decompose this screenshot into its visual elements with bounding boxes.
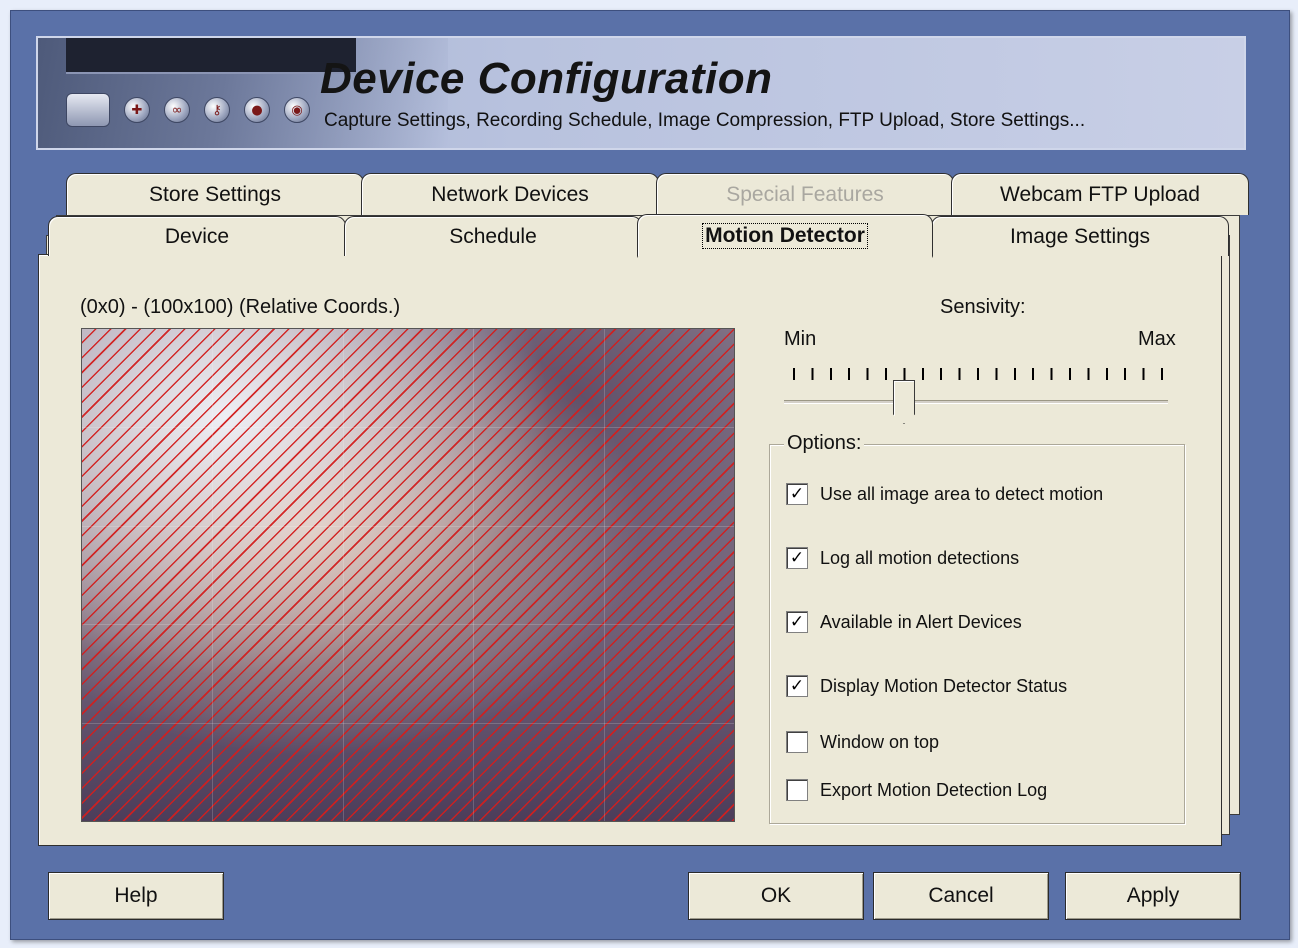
option-export-log[interactable]: Export Motion Detection Log	[786, 779, 1047, 801]
camera-icon	[66, 93, 110, 127]
apply-button[interactable]: Apply	[1065, 872, 1241, 920]
tab-network-devices[interactable]: Network Devices	[361, 173, 659, 215]
option-display-status[interactable]: ✓ Display Motion Detector Status	[786, 675, 1067, 697]
page-title: Device Configuration	[320, 54, 773, 103]
option-log-all-detections[interactable]: ✓ Log all motion detections	[786, 547, 1019, 569]
tab-image-settings[interactable]: Image Settings	[931, 216, 1229, 256]
options-legend: Options:	[784, 432, 865, 455]
tab-motion-detector-label: Motion Detector	[702, 222, 868, 249]
tools-icon: ✚	[124, 97, 150, 123]
sensitivity-label: Sensivity:	[940, 296, 1026, 318]
ok-button[interactable]: OK	[688, 872, 864, 920]
checkbox[interactable]: ✓	[786, 675, 808, 697]
tab-motion-detector[interactable]: Motion Detector	[637, 214, 933, 258]
tab-device[interactable]: Device	[48, 216, 346, 256]
option-label: Available in Alert Devices	[820, 611, 1022, 632]
link-icon: ∞	[164, 97, 190, 123]
checkbox[interactable]	[786, 779, 808, 801]
preview-grid	[82, 329, 734, 821]
banner-screen-graphic	[66, 38, 356, 74]
motion-area-preview[interactable]	[81, 328, 735, 822]
disc-icon: ◉	[284, 97, 310, 123]
option-window-on-top[interactable]: Window on top	[786, 731, 939, 753]
sensitivity-slider-track[interactable]	[784, 400, 1168, 404]
header-banner: ✚ ∞ ⚷ ● ◉ Device Configuration Capture S…	[36, 36, 1246, 150]
option-label: Window on top	[820, 731, 940, 752]
option-use-all-image-area[interactable]: ✓ Use all image area to detect motion	[786, 483, 1103, 505]
checkbox[interactable]: ✓	[786, 483, 808, 505]
lock-icon: ●	[244, 97, 270, 123]
tab-webcam-ftp-upload[interactable]: Webcam FTP Upload	[951, 173, 1249, 215]
sensitivity-slider-ticks	[793, 368, 1163, 380]
cancel-button[interactable]: Cancel	[873, 872, 1049, 920]
option-available-in-alert-devices[interactable]: ✓ Available in Alert Devices	[786, 611, 1022, 633]
help-button[interactable]: Help	[48, 872, 224, 920]
option-label: Use all image area to detect motion	[820, 483, 1104, 504]
checkbox[interactable]: ✓	[786, 611, 808, 633]
option-label: Log all motion detections	[820, 547, 1020, 568]
option-label: Export Motion Detection Log	[820, 779, 1048, 800]
sensitivity-max-label: Max	[1138, 328, 1176, 350]
checkbox[interactable]: ✓	[786, 547, 808, 569]
key-icon: ⚷	[204, 97, 230, 123]
tab-store-settings[interactable]: Store Settings	[66, 173, 364, 215]
sensitivity-min-label: Min	[784, 328, 817, 350]
tab-schedule[interactable]: Schedule	[344, 216, 642, 256]
checkbox[interactable]	[786, 731, 808, 753]
banner-toolbar-graphic: ✚ ∞ ⚷ ● ◉	[66, 80, 310, 140]
page-subtitle: Capture Settings, Recording Schedule, Im…	[324, 110, 1086, 131]
coords-label: (0x0) - (100x100) (Relative Coords.)	[80, 296, 401, 318]
option-label: Display Motion Detector Status	[820, 675, 1068, 696]
tab-special-features: Special Features	[656, 173, 954, 215]
